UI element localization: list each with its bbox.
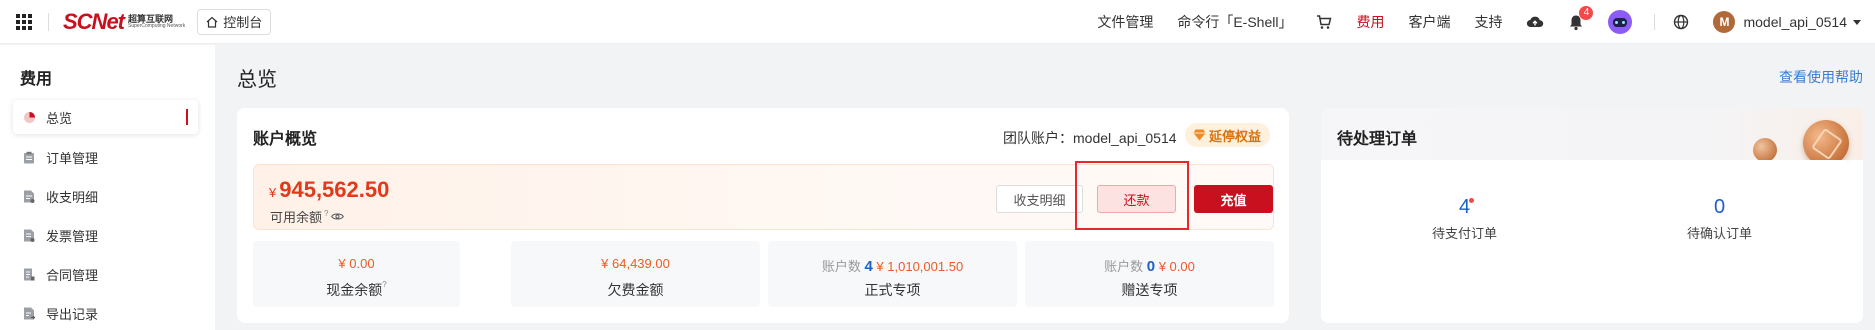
pending-orders-card: 待处理订单 4 待支付订单 0 待确认订单 (1321, 108, 1863, 323)
team-account-label: 团队账户：model_api_0514 (1003, 130, 1177, 146)
arrears-stat: ¥ 64,439.00 欠费金额 (511, 241, 760, 307)
sidebar-item-label: 订单管理 (46, 150, 99, 166)
balance-label: 可用余额 (270, 210, 323, 225)
formal-special-stat: 账户数 4 ¥ 1,010,001.50 正式专项 (768, 241, 1017, 307)
stat-value: ¥ 0.00 (338, 256, 375, 271)
console-button[interactable]: 控制台 (197, 8, 272, 35)
highlight-annotation (1075, 161, 1189, 230)
client-link[interactable]: 客户端 (1408, 12, 1450, 32)
sidebar-item-invoices[interactable]: 发票管理 (13, 218, 198, 252)
cart-icon[interactable] (1316, 14, 1332, 30)
pending-label: 待支付订单 (1431, 226, 1497, 241)
document-icon (22, 189, 36, 203)
divider (1654, 14, 1656, 30)
sidebar-item-label: 发票管理 (46, 228, 99, 244)
pie-chart-icon (22, 110, 36, 124)
stat-label: 欠费金额 (607, 282, 664, 298)
currency-symbol: ¥ (269, 185, 277, 200)
clipboard-icon (22, 150, 36, 164)
divider (48, 12, 49, 31)
balance-label-row: 可用余额 ? (270, 207, 345, 226)
sidebar-item-label: 收支明细 (46, 189, 99, 205)
sidebar-item-label: 导出记录 (46, 306, 99, 322)
username-label[interactable]: model_api_0514 (1743, 14, 1847, 30)
account-count: 4 (864, 258, 873, 275)
sidebar-item-overview[interactable]: 总览 (13, 100, 198, 134)
available-balance: ¥945,562.50 (269, 177, 389, 203)
sidebar-item-label: 合同管理 (46, 267, 99, 283)
unread-dot (1469, 198, 1475, 203)
sidebar-item-contracts[interactable]: 合同管理 (13, 257, 198, 291)
fee-link[interactable]: 费用 (1356, 12, 1384, 32)
sidebar-item-label: 总览 (46, 110, 73, 126)
logo-subtitle-en: SuperComputing Network (128, 22, 186, 29)
sidebar-item-exports[interactable]: 导出记录 (13, 296, 198, 330)
invoice-icon (22, 228, 36, 242)
stat-value: ¥ 1,010,001.50 (876, 259, 964, 274)
console-label: 控制台 (223, 15, 263, 30)
contract-icon (22, 267, 36, 281)
chevron-down-icon[interactable] (1853, 19, 1861, 25)
sidebar-title: 费用 (20, 71, 53, 88)
page-title: 总览 (237, 69, 277, 91)
pending-label: 待确认订单 (1686, 226, 1752, 241)
sidebar-item-orders[interactable]: 订单管理 (13, 140, 198, 174)
stat-label: 正式专项 (864, 282, 921, 298)
top-navigation-bar: SCNet 超算互联网 SuperComputing Network 控制台 文… (0, 0, 1875, 44)
help-icon[interactable]: ? (324, 209, 328, 218)
stat-value: ¥ 0.00 (1158, 259, 1195, 274)
logo-text: SCNet (63, 8, 125, 34)
scnet-logo[interactable]: SCNet 超算互联网 SuperComputing Network (63, 9, 185, 35)
stat-value: ¥ 64,439.00 (601, 256, 670, 271)
bell-icon[interactable]: 4 (1568, 5, 1594, 31)
eye-icon[interactable] (331, 212, 345, 221)
stat-label: 现金余额 (326, 282, 383, 298)
cash-balance-stat: ¥ 0.00 现金余额? (253, 241, 460, 307)
account-count: 0 (1146, 258, 1156, 275)
cloud-upload-icon[interactable] (1526, 14, 1544, 30)
account-count-label: 账户数 (1104, 259, 1144, 274)
pending-confirm-orders[interactable]: 0 待确认订单 (1592, 196, 1847, 242)
account-overview-title: 账户概览 (253, 131, 318, 148)
ai-assistant-icon[interactable] (1608, 10, 1633, 34)
account-count-label: 账户数 (821, 259, 861, 274)
balance-value: 945,562.50 (279, 177, 390, 202)
stat-label: 赠送专项 (1121, 282, 1178, 298)
vip-benefits-badge[interactable]: 延停权益 (1185, 123, 1271, 147)
app-grid-icon[interactable] (14, 12, 34, 32)
file-management-link[interactable]: 文件管理 (1097, 12, 1153, 32)
sidebar-item-transactions[interactable]: 收支明细 (13, 179, 198, 213)
coin-icon (1753, 138, 1777, 162)
export-icon (22, 306, 36, 320)
pending-count: 0 (1713, 196, 1726, 218)
pending-orders-title: 待处理订单 (1337, 131, 1418, 148)
vip-benefits-label: 延停权益 (1209, 128, 1262, 144)
pending-payment-orders[interactable]: 4 待支付订单 (1337, 196, 1592, 242)
sidebar: 费用 总览 订单管理 收支明细 发票管理 合同管理 导出记录 (0, 45, 215, 330)
notification-badge: 4 (1579, 5, 1594, 20)
user-avatar[interactable]: M (1713, 11, 1736, 33)
eshell-link[interactable]: 命令行「E-Shell」 (1177, 12, 1292, 32)
support-link[interactable]: 支持 (1474, 12, 1502, 32)
recharge-button[interactable]: 充值 (1194, 185, 1273, 213)
home-icon (206, 16, 218, 28)
transaction-details-button[interactable]: 收支明细 (996, 185, 1083, 213)
diamond-icon (1193, 129, 1206, 141)
globe-icon[interactable] (1673, 14, 1689, 30)
help-link[interactable]: 查看使用帮助 (1779, 67, 1863, 87)
gift-special-stat: 账户数 0 ¥ 0.00 赠送专项 (1025, 241, 1274, 307)
help-icon[interactable]: ? (382, 280, 386, 289)
